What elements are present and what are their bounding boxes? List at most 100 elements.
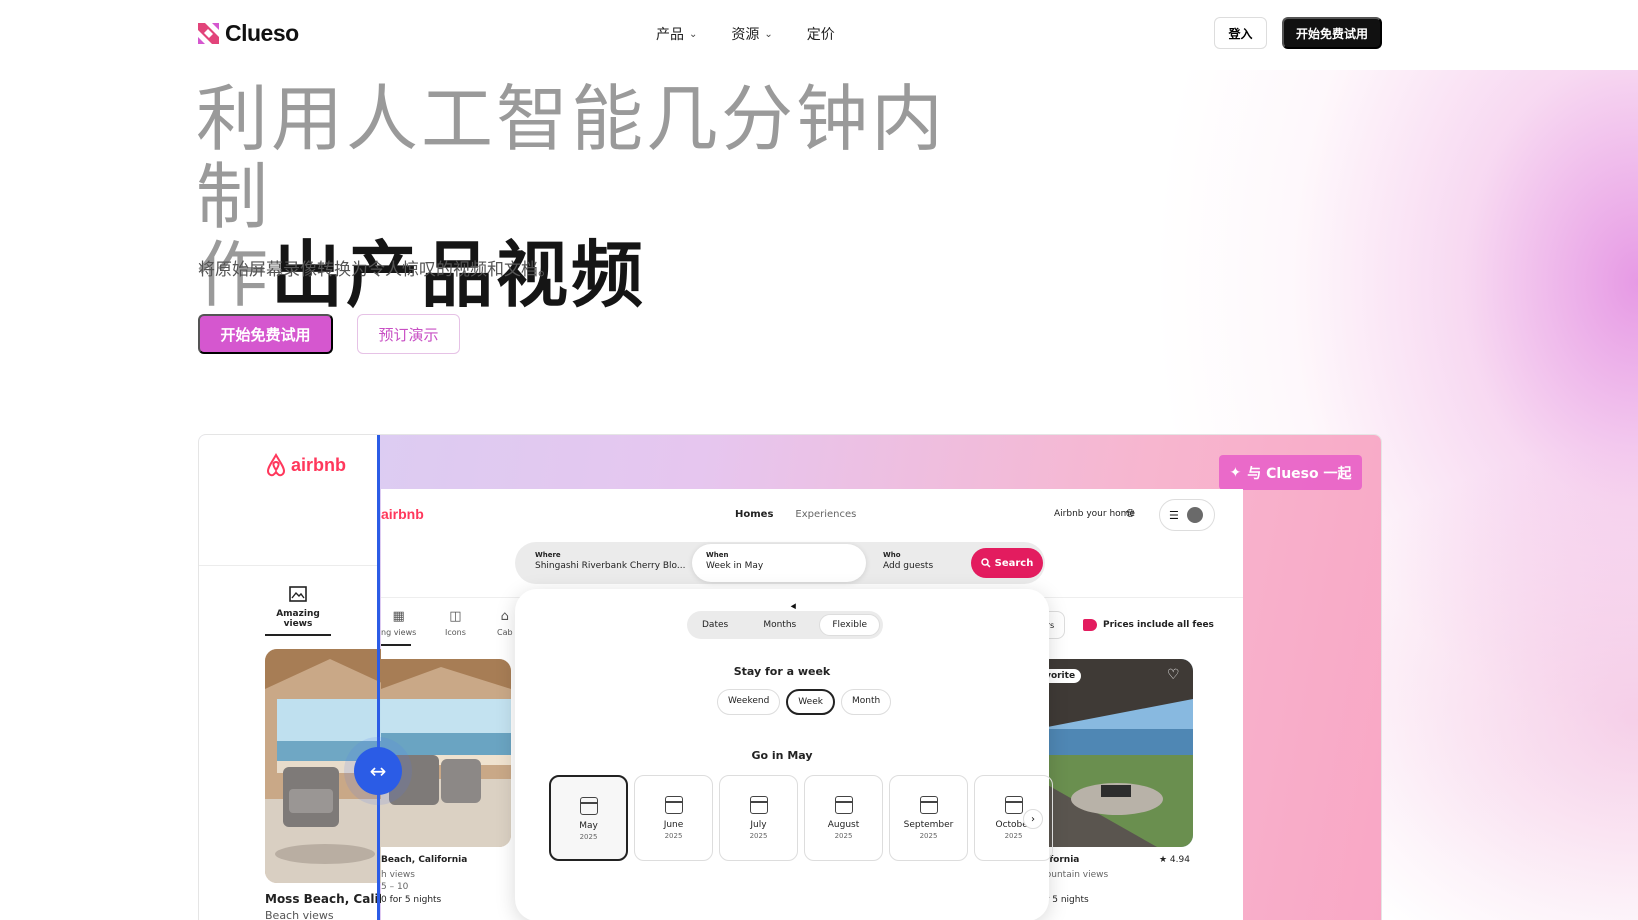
month-year: 2025 <box>579 833 598 841</box>
category-label: Amazing views <box>276 609 320 629</box>
with-clueso-badge: ✦ 与 Clueso 一起 <box>1219 455 1362 490</box>
sparkle-icon: ✦ <box>1229 464 1242 481</box>
when-value: Week in May <box>706 561 764 571</box>
chevron-down-icon: ⌄ <box>764 28 773 40</box>
go-title: Go in May <box>751 749 813 762</box>
nav-link-resources[interactable]: 资源 ⌄ <box>731 24 772 44</box>
nav-link-label: 产品 <box>656 27 684 43</box>
picture-icon <box>289 586 307 602</box>
category-label: Icons <box>445 628 466 637</box>
calendar-icon <box>749 796 768 814</box>
calendar-icon <box>919 796 938 814</box>
category-views[interactable]: ▦ ng views <box>381 609 416 637</box>
listing-rating: ★ 4.94 <box>1159 855 1190 865</box>
month-card-may[interactable]: May 2025 <box>549 775 628 861</box>
segment-flexible[interactable]: Flexible <box>819 614 880 636</box>
category-icons[interactable]: ◫ Icons <box>445 609 466 637</box>
month-name: May <box>579 821 598 831</box>
search-button[interactable]: Search <box>971 548 1043 578</box>
calendar-icon <box>664 796 683 814</box>
prices-include-fees-toggle[interactable]: Prices include all fees <box>1083 619 1214 631</box>
airbnb-header: airbnb Homes Experiences Airbnb your hom… <box>381 489 1243 543</box>
segment-dates[interactable]: Dates <box>690 615 740 635</box>
chevron-down-icon: ⌄ <box>689 28 698 40</box>
when-field[interactable]: When Week in May <box>692 544 866 582</box>
month-card-july[interactable]: July 2025 <box>719 775 798 861</box>
hamburger-icon: ☰ <box>1169 508 1179 522</box>
category-amazing-views[interactable]: Amazing views <box>265 585 331 629</box>
calendar-icon <box>834 796 853 814</box>
airbnb-logo-text[interactable]: airbnb <box>381 506 424 522</box>
hero-title-line1: 利用人工智能几分钟内制 <box>196 77 947 239</box>
stay-title: Stay for a week <box>733 665 831 678</box>
duration-month[interactable]: Month <box>840 689 892 715</box>
comparison-drag-handle[interactable]: ↔ <box>354 747 402 795</box>
price-tag-icon <box>1083 619 1097 631</box>
cabin-icon: ⌂ <box>500 609 509 624</box>
when-label: When <box>706 551 729 559</box>
before-panel: airbnb Amazing views Moss Beach, Califor… <box>199 435 406 920</box>
search-button-label: Search <box>994 557 1034 569</box>
listing-photo-image <box>381 659 511 847</box>
airbnb-your-home-link[interactable]: Airbnb your home <box>1054 509 1135 519</box>
month-card-august[interactable]: August 2025 <box>804 775 883 861</box>
duration-weekend[interactable]: Weekend <box>717 689 781 715</box>
globe-icon[interactable]: 🌐︎ <box>1126 507 1135 521</box>
calendar-icon <box>1004 796 1023 814</box>
month-card-june[interactable]: June 2025 <box>634 775 713 861</box>
airbnb-icon <box>266 453 286 477</box>
month-year: 2025 <box>1004 832 1023 840</box>
heart-icon[interactable]: ♡ <box>1167 667 1180 683</box>
start-free-trial-nav-button[interactable]: 开始免费试用 <box>1282 17 1382 49</box>
chevron-right-icon[interactable]: › <box>1023 809 1043 829</box>
clueso-logo-icon <box>198 23 219 44</box>
who-field[interactable]: Who Add guests <box>883 551 933 571</box>
month-card-september[interactable]: September 2025 <box>889 775 968 861</box>
when-content: When Week in May <box>706 551 763 571</box>
where-value: Shingashi Riverbank Cherry Blo... <box>535 561 686 571</box>
month-year: 2025 <box>834 832 853 840</box>
month-name: August <box>827 820 860 830</box>
product-demo-frame: airbnb Amazing views Moss Beach, Califor… <box>198 434 1382 920</box>
segment-months[interactable]: Months <box>751 615 808 635</box>
calendar-icon <box>579 797 598 815</box>
active-category-underline <box>381 644 411 646</box>
nav-link-label: 定价 <box>806 27 835 43</box>
listing-price: 0 for 5 nights <box>381 895 442 905</box>
icons-icon: ◫ <box>449 609 462 624</box>
month-year: 2025 <box>919 832 938 840</box>
listing-photo[interactable] <box>381 659 511 847</box>
airbnb-logo: airbnb <box>265 453 346 477</box>
who-label: Who <box>883 551 901 559</box>
start-free-trial-button[interactable]: 开始免费试用 <box>198 314 333 354</box>
tab-experiences[interactable]: Experiences <box>795 509 856 520</box>
nav-link-label: 资源 <box>731 27 760 43</box>
nav-link-product[interactable]: 产品 ⌄ <box>656 24 697 44</box>
stay-duration-options: Weekend Week Month <box>717 689 892 715</box>
listing-dates: 5 – 10 <box>381 882 409 892</box>
login-button[interactable]: 登入 <box>1214 17 1267 49</box>
listing-photo[interactable] <box>1037 659 1193 847</box>
nav-link-pricing[interactable]: 定价 <box>807 24 835 44</box>
clueso-logo[interactable]: Clueso <box>198 20 299 47</box>
month-name: September <box>903 820 954 830</box>
month-name: July <box>750 820 767 830</box>
book-demo-button[interactable]: 预订演示 <box>357 314 460 354</box>
tab-homes[interactable]: Homes <box>735 509 773 520</box>
airbnb-search-bar: Where Shingashi Riverbank Cherry Blo... … <box>515 542 1045 584</box>
picture-icon: ▦ <box>392 609 405 624</box>
nav-links: 产品 ⌄ 资源 ⌄ 定价 <box>656 24 835 44</box>
duration-week[interactable]: Week <box>786 689 835 715</box>
airbnb-window: airbnb Homes Experiences Airbnb your hom… <box>381 489 1243 920</box>
comparison-divider[interactable] <box>377 435 380 920</box>
divider <box>199 565 379 566</box>
month-name: June <box>663 820 684 830</box>
category-cabins[interactable]: ⌂ Cab <box>497 609 513 637</box>
who-value: Add guests <box>883 561 934 571</box>
airbnb-tabs: Homes Experiences <box>735 509 856 520</box>
where-field[interactable]: Where Shingashi Riverbank Cherry Blo... <box>535 551 686 571</box>
month-cards: May 2025 June 2025 July 2025 August 2025 <box>549 775 1053 861</box>
user-menu[interactable]: ☰ <box>1159 499 1215 531</box>
listing-name: Beach, California <box>381 855 468 865</box>
date-picker: Dates Months Flexible Stay for a week We… <box>515 589 1053 920</box>
